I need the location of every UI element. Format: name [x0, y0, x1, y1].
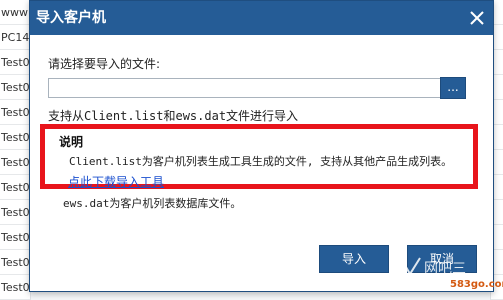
- info-description: Client.list为客户机列表生成工具生成的文件, 支持从其他产品生成列表。: [69, 155, 453, 168]
- background-row: PC14: [0, 25, 30, 50]
- close-icon: [470, 11, 484, 25]
- background-row: www: [0, 0, 30, 25]
- background-row: Test00: [0, 275, 30, 300]
- background-left-column: www PC14 Test01 Test00 Test00 Test00 Tes…: [0, 0, 31, 300]
- info-highlight-box: 说明 Client.list为客户机列表生成工具生成的文件, 支持从其他产品生成…: [40, 124, 478, 189]
- background-row: Test00: [0, 200, 30, 225]
- download-tool-link[interactable]: 点此下载导入工具: [68, 173, 164, 190]
- ews-description: ews.dat为客户机列表数据库文件。: [63, 197, 242, 210]
- file-path-input[interactable]: [48, 78, 460, 98]
- background-row: Test00: [0, 250, 30, 275]
- import-button[interactable]: 导入: [319, 245, 389, 273]
- screen: www PC14 Test01 Test00 Test00 Test00 Tes…: [0, 0, 503, 300]
- background-row: Test00: [0, 150, 30, 175]
- support-formats-text: 支持从Client.list和ews.dat文件进行导入: [48, 109, 299, 123]
- dialog-titlebar: 导入客户机: [30, 1, 493, 35]
- background-row: Test01: [0, 50, 30, 75]
- dialog-title: 导入客户机: [36, 10, 106, 26]
- close-button[interactable]: [467, 8, 487, 28]
- background-row: Test00: [0, 125, 30, 150]
- file-prompt-label: 请选择要导入的文件:: [48, 57, 161, 71]
- background-row: Test00: [0, 225, 30, 250]
- background-row: Test00: [0, 175, 30, 200]
- background-row: Test00: [0, 100, 30, 125]
- cancel-button[interactable]: 取消: [407, 245, 477, 273]
- background-row: Test00: [0, 75, 30, 100]
- import-client-dialog: 导入客户机 请选择要导入的文件: ... 支持从Client.list和ews.…: [29, 0, 494, 292]
- browse-button[interactable]: ...: [440, 77, 466, 99]
- info-heading: 说明: [59, 135, 84, 149]
